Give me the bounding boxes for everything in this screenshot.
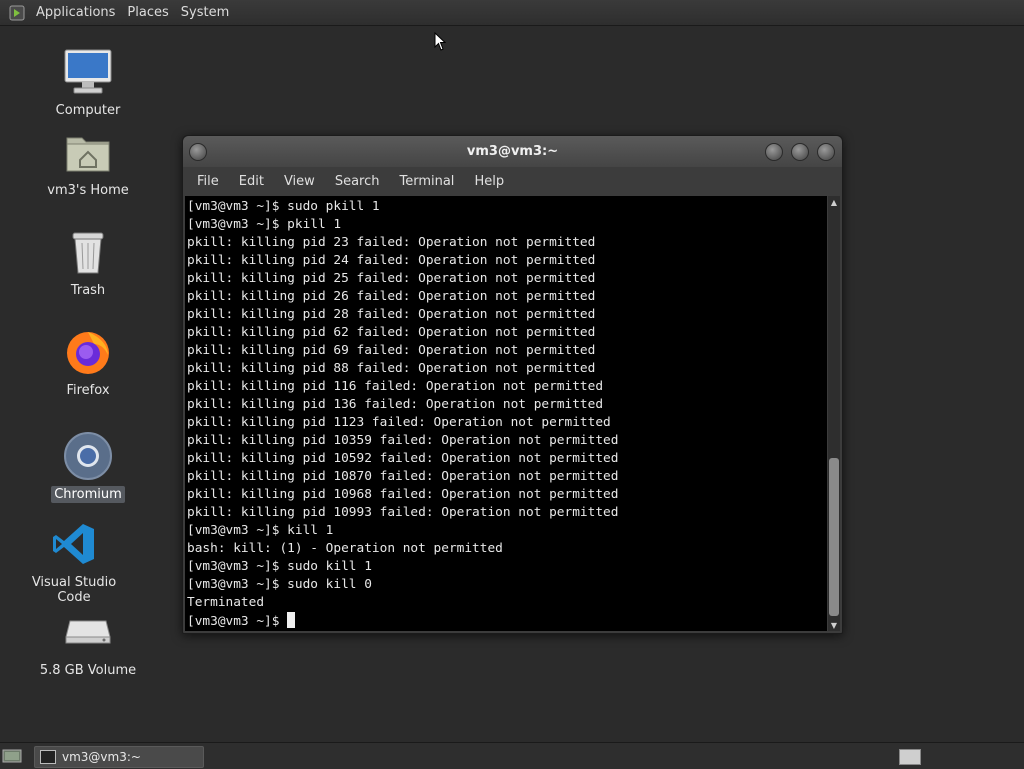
terminal-line: pkill: killing pid 116 failed: Operation…: [187, 379, 604, 394]
scroll-thumb[interactable]: [829, 458, 839, 616]
applications-menu[interactable]: Applications: [30, 5, 121, 20]
terminal-window[interactable]: vm3@vm3:~ File Edit View Search Terminal…: [182, 135, 843, 634]
terminal-line: bash: kill: (1) - Operation not permitte…: [187, 541, 503, 556]
desktop-icon-label: Visual Studio Code: [31, 575, 117, 605]
desktop-icon-label: vm3's Home: [47, 183, 129, 198]
scroll-up-icon[interactable]: ▲: [828, 196, 840, 208]
menu-help[interactable]: Help: [464, 174, 514, 189]
show-desktop-icon[interactable]: [2, 748, 22, 764]
vscode-icon: [46, 516, 102, 572]
terminal-line: pkill: killing pid 10993 failed: Operati…: [187, 505, 619, 520]
terminal-scrollbar[interactable]: ▲ ▼: [828, 196, 840, 631]
trash-icon: [60, 224, 116, 280]
computer-icon: [60, 44, 116, 100]
home-folder-icon: [60, 124, 116, 180]
terminal-line: pkill: killing pid 10968 failed: Operati…: [187, 487, 619, 502]
desktop-icon-trash[interactable]: Trash: [33, 224, 143, 299]
terminal-line: pkill: killing pid 62 failed: Operation …: [187, 325, 596, 340]
maximize-button[interactable]: [791, 143, 809, 161]
desktop-icon-vscode[interactable]: Visual Studio Code: [19, 516, 129, 606]
desktop-icon-label: Computer: [55, 103, 121, 118]
terminal-icon: [40, 750, 56, 764]
close-button[interactable]: [817, 143, 835, 161]
terminal-line: pkill: killing pid 23 failed: Operation …: [187, 235, 596, 250]
bottom-panel: vm3@vm3:~: [0, 742, 1024, 769]
minimize-button[interactable]: [765, 143, 783, 161]
terminal-line: pkill: killing pid 10592 failed: Operati…: [187, 451, 619, 466]
terminal-line: pkill: killing pid 26 failed: Operation …: [187, 289, 596, 304]
terminal-line: [vm3@vm3 ~]$ sudo pkill 1: [187, 199, 380, 214]
system-menu[interactable]: System: [175, 5, 235, 20]
places-menu[interactable]: Places: [121, 5, 174, 20]
terminal-line: pkill: killing pid 10359 failed: Operati…: [187, 433, 619, 448]
terminal-line: Terminated: [187, 595, 265, 610]
menu-view[interactable]: View: [274, 174, 325, 189]
terminal-line: pkill: killing pid 88 failed: Operation …: [187, 361, 596, 376]
terminal-menubar: File Edit View Search Terminal Help: [183, 167, 842, 195]
scroll-down-icon[interactable]: ▼: [828, 619, 840, 631]
window-menu-button[interactable]: [189, 143, 207, 161]
menu-terminal[interactable]: Terminal: [389, 174, 464, 189]
desktop-icon-computer[interactable]: Computer: [33, 44, 143, 119]
terminal-line: [vm3@vm3 ~]$ pkill 1: [187, 217, 342, 232]
menu-search[interactable]: Search: [325, 174, 390, 189]
terminal-line: pkill: killing pid 28 failed: Operation …: [187, 307, 596, 322]
terminal-cursor: [287, 612, 296, 628]
desktop-icon-volume[interactable]: 5.8 GB Volume: [33, 604, 143, 679]
window-titlebar[interactable]: vm3@vm3:~: [183, 136, 842, 167]
desktop-icon-chromium[interactable]: Chromium: [33, 428, 143, 503]
terminal-line: pkill: killing pid 136 failed: Operation…: [187, 397, 604, 412]
taskbar-terminal-button[interactable]: vm3@vm3:~: [34, 746, 204, 768]
workspace-switcher[interactable]: [899, 749, 921, 765]
menu-edit[interactable]: Edit: [229, 174, 274, 189]
terminal-line: pkill: killing pid 10870 failed: Operati…: [187, 469, 619, 484]
desktop-icon-firefox[interactable]: Firefox: [33, 324, 143, 399]
desktop-icon-label: Chromium: [51, 486, 125, 503]
drive-icon: [60, 604, 116, 660]
window-title: vm3@vm3:~: [466, 144, 559, 159]
desktop-icon-label: 5.8 GB Volume: [39, 663, 137, 678]
terminal-line: [vm3@vm3 ~]$ sudo kill 1: [187, 559, 372, 574]
terminal-text: [vm3@vm3 ~]$ sudo pkill 1 [vm3@vm3 ~]$ p…: [185, 196, 827, 631]
firefox-icon: [60, 324, 116, 380]
terminal-line: [vm3@vm3 ~]$ kill 1: [187, 523, 334, 538]
desktop-icon-label: Firefox: [66, 383, 110, 398]
desktop-icon-label: Trash: [70, 283, 106, 298]
terminal-output[interactable]: [vm3@vm3 ~]$ sudo pkill 1 [vm3@vm3 ~]$ p…: [185, 196, 827, 631]
desktop-icon-home[interactable]: vm3's Home: [33, 124, 143, 199]
mouse-pointer-icon: [434, 31, 447, 56]
terminal-line: pkill: killing pid 25 failed: Operation …: [187, 271, 596, 286]
taskbar-terminal-label: vm3@vm3:~: [62, 750, 141, 764]
terminal-line: [vm3@vm3 ~]$ sudo kill 0: [187, 577, 372, 592]
terminal-line: pkill: killing pid 24 failed: Operation …: [187, 253, 596, 268]
top-panel: Applications Places System: [0, 0, 1024, 26]
terminal-prompt: [vm3@vm3 ~]$: [187, 614, 288, 629]
distro-logo-icon[interactable]: [8, 4, 26, 22]
terminal-line: pkill: killing pid 1123 failed: Operatio…: [187, 415, 611, 430]
terminal-line: pkill: killing pid 69 failed: Operation …: [187, 343, 596, 358]
menu-file[interactable]: File: [187, 174, 229, 189]
chromium-icon: [60, 428, 116, 484]
